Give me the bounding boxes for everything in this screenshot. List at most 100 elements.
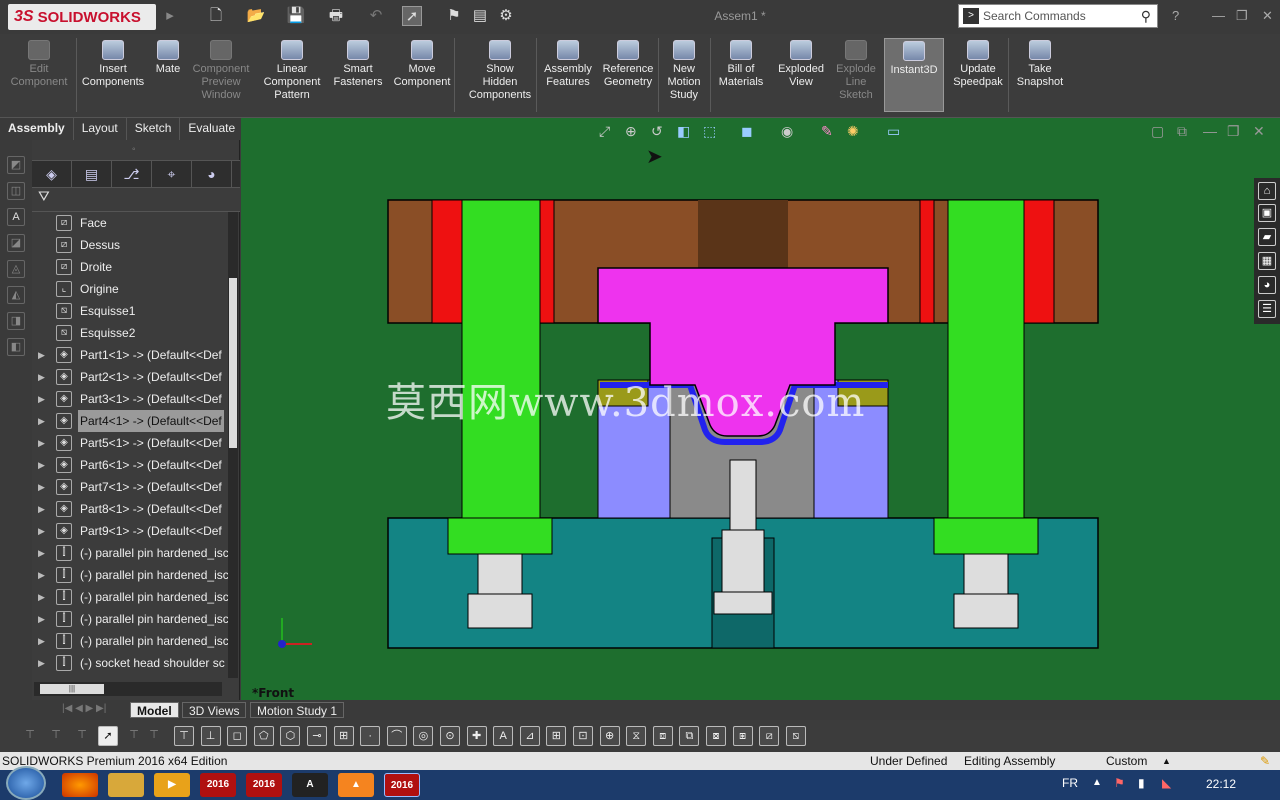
cmd-show-hidden-button[interactable]: Show Hidden Components — [464, 40, 536, 102]
left-bottom-screw[interactable] — [477, 553, 523, 595]
cmd-speedpak-button[interactable]: Update Speedpak — [948, 40, 1008, 89]
file-explorer-icon[interactable]: ▰ — [1258, 228, 1276, 246]
help-icon[interactable]: ? — [1172, 8, 1179, 23]
file-properties-icon[interactable]: ▤ — [470, 6, 490, 26]
panel-grip-icon[interactable]: ◦ — [132, 144, 136, 155]
tab-layout[interactable]: Layout — [74, 118, 127, 140]
tab-model[interactable]: Model — [130, 702, 179, 718]
network-icon[interactable]: ◣ — [1162, 776, 1171, 790]
app-taskbar-icon[interactable]: A — [292, 773, 328, 797]
tab-nav-arrows-icon[interactable]: |◀ ◀ ▶ ▶| — [62, 703, 106, 714]
tree-item[interactable]: ⧄ Droite — [32, 256, 228, 278]
select-cosmetic-threads-icon[interactable]: ⧈ — [652, 726, 673, 746]
tree-item[interactable]: ▶ ⫿ (-) parallel pin hardened_isc — [32, 564, 228, 586]
tree-item[interactable]: ▶ ◈ Part9<1> -> (Default<<Def — [32, 520, 228, 542]
start-button[interactable] — [6, 766, 46, 800]
print-icon[interactable]: 🖶 — [326, 6, 346, 26]
cmd-explode-line-button[interactable]: Explode Line Sketch — [828, 40, 884, 102]
firefox-icon[interactable] — [62, 773, 98, 797]
home-icon[interactable]: ⌂ — [1258, 182, 1276, 200]
select-notes-icon[interactable]: ⊡ — [573, 726, 593, 746]
select-disabled-icon[interactable]: ⊤ — [144, 726, 164, 746]
tab-3d-views[interactable]: 3D Views — [182, 702, 247, 718]
select-sketch-segments-icon[interactable]: ⌒ — [386, 726, 407, 746]
display-manager-tab-icon[interactable]: ◕ — [192, 161, 232, 187]
select-vertices-icon[interactable]: ⊤ — [174, 726, 194, 746]
select-axes-icon[interactable]: ⊸ — [307, 726, 327, 746]
tab-assembly[interactable]: Assembly — [0, 118, 74, 140]
tree-item[interactable]: ⧄ Face — [32, 212, 228, 234]
tree-item[interactable]: ▶ ◈ Part8<1> -> (Default<<Def — [32, 498, 228, 520]
new-document-icon[interactable]: 🗋 — [206, 6, 226, 26]
strip-icon-4[interactable]: ◪ — [7, 234, 25, 252]
strip-icon-2[interactable]: ◫ — [7, 182, 25, 200]
select-edges-icon[interactable]: ⊥ — [200, 726, 221, 746]
sprue-bushing[interactable] — [698, 200, 788, 270]
select-sketch-points-icon[interactable]: · — [360, 726, 381, 746]
graphics-area[interactable]: ⤢ ⊕ ↺ ◧ ⬚ ◼ ◉ ✎ ✺ ▭ ▢ ⧉ — ❐ ✕ 莫西网www.3dm… — [241, 118, 1280, 700]
cmd-snapshot-button[interactable]: Take Snapshot — [1012, 40, 1068, 89]
tab-sketch[interactable]: Sketch — [127, 118, 181, 140]
search-icon[interactable]: ⚲ — [1141, 8, 1151, 25]
configuration-manager-tab-icon[interactable]: ⎇ — [112, 161, 152, 187]
dimxpert-tab-icon[interactable]: ⌖ — [152, 161, 192, 187]
select-center-marks-icon[interactable]: ✚ — [466, 726, 487, 746]
property-manager-tab-icon[interactable]: ▤ — [72, 161, 112, 187]
expand-arrow-icon[interactable]: ▶ — [38, 520, 45, 542]
select-weld-symbols-icon[interactable]: ⊕ — [599, 726, 620, 746]
filter-toggle-icon[interactable]: ⊤ — [20, 726, 40, 746]
select-arrow-icon[interactable]: ➚ — [98, 726, 118, 746]
cmd-exploded-view-button[interactable]: Exploded View — [772, 40, 830, 89]
cmd-linear-pattern-button[interactable]: Linear Component Pattern — [258, 40, 326, 102]
tree-item[interactable]: ▶ ◈ Part3<1> -> (Default<<Def — [32, 388, 228, 410]
tree-item[interactable]: ▶ ◈ Part4<1> -> (Default<<Def — [32, 410, 228, 432]
solidworks-taskbar-icon-2[interactable]: 2016 — [246, 773, 282, 797]
strip-icon-1[interactable]: ◩ — [7, 156, 25, 174]
left-inner-bushing[interactable] — [539, 199, 555, 324]
tab-evaluate[interactable]: Evaluate — [180, 118, 245, 140]
expand-arrow-icon[interactable]: ▶ — [38, 564, 45, 586]
expand-arrow-icon[interactable]: ▶ — [38, 652, 45, 674]
rebuild-status-icon[interactable]: ✎ — [1260, 752, 1270, 770]
select-solid-bodies-icon[interactable]: ⬡ — [280, 726, 301, 746]
undo-icon[interactable]: ↶ — [366, 6, 386, 26]
expand-arrow-icon[interactable]: ▶ — [38, 432, 45, 454]
search-commands-input[interactable]: > Search Commands ⚲ — [958, 4, 1158, 28]
expand-arrow-icon[interactable]: ▶ — [38, 586, 45, 608]
select-dowel-pins-icon[interactable]: ⧉ — [679, 726, 700, 746]
select-datum-targets-icon[interactable]: ⧖ — [626, 726, 647, 746]
solidworks-taskbar-icon-3[interactable]: 2016 — [384, 773, 420, 797]
tree-item[interactable]: ▶ ◈ Part2<1> -> (Default<<Def — [32, 366, 228, 388]
tree-item[interactable]: ▶ ⫿ (-) parallel pin hardened_isc — [32, 542, 228, 564]
unit-system[interactable]: Custom — [1106, 752, 1147, 770]
left-bottom-screw-head[interactable] — [467, 593, 533, 629]
left-pillar-base[interactable] — [447, 517, 553, 555]
tree-item[interactable]: ▶ ◈ Part1<1> -> (Default<<Def — [32, 344, 228, 366]
right-bottom-screw[interactable] — [963, 553, 1009, 595]
minimize-icon[interactable]: — — [1212, 8, 1225, 23]
cmd-insert-components-button[interactable]: Insert Components — [80, 40, 146, 89]
right-bottom-screw-head[interactable] — [953, 593, 1019, 629]
left-outer-bushing[interactable] — [431, 199, 463, 324]
filter-hide-icon[interactable]: ⊤ — [46, 726, 66, 746]
restore-icon[interactable]: ❐ — [1236, 8, 1248, 24]
select-arrow-icon[interactable]: ➚ — [402, 6, 422, 26]
select-surface-bodies-icon[interactable]: ⬠ — [253, 726, 274, 746]
strip-icon-8[interactable]: ◧ — [7, 338, 25, 356]
input-language[interactable]: FR — [1062, 776, 1078, 790]
tree-hscroll-thumb[interactable]: ||| — [40, 684, 104, 694]
rebuild-icon[interactable]: ⚑ — [444, 6, 464, 26]
tree-item[interactable]: ▶ ◈ Part5<1> -> (Default<<Def — [32, 432, 228, 454]
battery-icon[interactable]: ▮ — [1138, 776, 1145, 790]
left-guide-pillar[interactable] — [461, 199, 541, 521]
feature-manager-tab-icon[interactable]: ◈ — [32, 161, 72, 187]
open-icon[interactable]: 📂 — [246, 6, 266, 26]
select-midpoints-icon[interactable]: ◎ — [413, 726, 434, 746]
expand-arrow-icon[interactable]: ▶ — [38, 630, 45, 652]
action-center-icon[interactable]: ⚑ — [1114, 776, 1125, 790]
cmd-motion-study-button[interactable]: New Motion Study — [662, 40, 706, 102]
cmd-assembly-features-button[interactable]: Assembly Features — [540, 40, 596, 89]
ejector-pin[interactable] — [729, 459, 757, 531]
expand-arrow-icon[interactable]: ▶ — [38, 454, 45, 476]
cmd-edit-component-button[interactable]: Edit Component — [6, 40, 72, 89]
